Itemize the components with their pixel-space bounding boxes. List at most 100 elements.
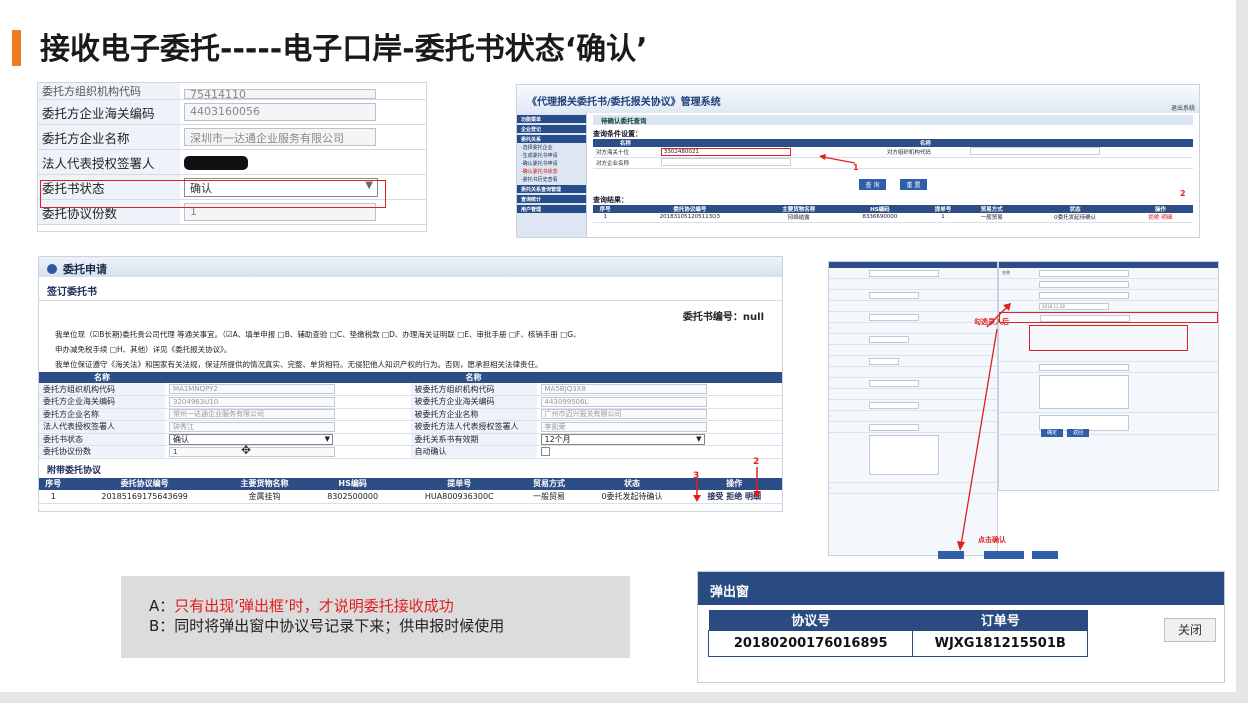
validity-select[interactable]: 12个月 ▼ [540,433,705,445]
r4-input[interactable] [1039,292,1129,299]
return-button-small[interactable]: 返回 [1067,429,1089,437]
sidebar-item-generate[interactable]: ·生成委托书申请 [517,151,586,159]
f-label: 法人代表授权签署人 [39,420,165,434]
r-cell: 1 [924,213,962,223]
agree-line-1: 我单位现（☑B长期)委托贵公司代理 等通关事宜。（☑A、填单申报 □B、辅助查验… [55,330,581,339]
confirm-button-small[interactable]: 确定 [1041,429,1063,437]
customs-code-label: 委托方企业海关编码 [38,99,180,125]
f4-input[interactable] [869,424,919,431]
agree-line-2: 申办减免税手续 □H、其他）详见《委托报关协议》。 [55,345,232,354]
q-head-name2: 名称 [883,139,967,147]
copies-input[interactable]: 1 [169,446,335,457]
r-cell: 1 [593,213,618,223]
f4-input[interactable] [869,314,919,321]
q-customs-input[interactable]: 3302480021 [660,148,791,156]
company-name-label: 委托方企业名称 [38,124,180,150]
a-cell: 金属挂钩 [221,489,308,504]
partial-input[interactable]: 75414110 [184,89,376,100]
sidebar-item-confirm-status[interactable]: ·确认委托书状态 [517,167,586,175]
company-name-input[interactable]: 深圳市一达通企业服务有限公司 [184,128,376,146]
f-input[interactable]: 广州市迈兴报关有限公司 [540,409,707,420]
sidebar-item-users[interactable]: 用户管理 [517,205,586,213]
r4-date[interactable]: 2018.11.28 [1039,303,1109,310]
sidebar-item-query-mgmt[interactable]: 委托关系查询管理 [517,185,586,193]
r4-input[interactable] [1039,281,1129,288]
f-input[interactable]: MA1MNQPY2 [169,384,335,394]
a-cell: 8302500000 [307,489,398,504]
r-cell: 0委托发起待确认 [1022,213,1128,223]
signatory-label: 法人代表授权签署人 [38,149,180,175]
agreement-text: 我单位现（☑B长期)委托贵公司代理 等通关事宜。（☑A、填单申报 □B、辅助查验… [39,323,782,372]
r-head: 操作 [1127,205,1193,213]
r4-input[interactable] [1039,364,1129,371]
f4-input[interactable] [869,292,919,299]
page-title: 接收电子委托-----电子口岸-委托书状态‘确认’ [40,32,648,67]
entrust-number: 委托书编号：null [682,312,764,323]
sidebar-item-register[interactable]: 企业登记 [517,125,586,133]
f-input[interactable]: 3204963U10 [169,396,335,407]
q-company-label: 对方企业名称 [593,157,658,169]
a-cell: 20185169175643699 [67,489,222,504]
f4-input[interactable] [869,380,919,387]
query-table: 名称 名称 对方海关十位 3302480021 对方组织机构代码 对方企业名称 [593,139,1193,169]
r4-textarea[interactable] [1039,375,1129,409]
r4-label: 名称 [1002,270,1010,275]
sidebar-item-menu[interactable]: 功能菜单 [517,115,586,123]
f4-input[interactable] [869,358,899,365]
q-company-input[interactable] [660,158,791,166]
copies-label: 委托协议份数 [39,445,165,459]
f4-input[interactable] [869,402,919,409]
f-label: 被委托方企业海关编码 [410,395,537,409]
arrow-icon [819,154,856,164]
r-head: 主要货物名称 [762,205,835,213]
query-button[interactable]: 查 询 [858,179,887,190]
f4-input[interactable] [869,270,939,277]
f-input[interactable]: 李凯荣 [540,421,707,432]
auto-confirm-checkbox[interactable] [540,447,550,457]
detail-link[interactable]: 拒绝 明细 [1127,213,1193,223]
slide: 接收电子委托-----电子口岸-委托书状态‘确认’ 委托方组织机构代码 7541… [0,0,1236,692]
sidebar-item-stats[interactable]: 查询统计 [517,195,586,203]
f-input[interactable]: 常州一达通企业服务有限公司 [169,409,335,420]
r-head: 贸易方式 [961,205,1023,213]
sidebar-item-history[interactable]: ·委托书历史查看 [517,175,586,183]
bottom-btn-3[interactable] [1032,551,1058,559]
sidebar-item-select[interactable]: ·选择委托企业 [517,143,586,151]
customs-code-input[interactable]: 4403160056 [184,103,376,121]
close-button[interactable]: 关闭 [1164,618,1216,642]
f-input[interactable]: 钟秀江 [169,421,335,432]
r4-input[interactable] [1040,315,1130,322]
table-row: 1 20185169175643699 金属挂钩 8302500000 HUA8… [39,489,782,504]
reset-button[interactable]: 重 置 [899,179,928,190]
f-head: 名称 [410,372,537,383]
r-head: 提单号 [924,205,962,213]
f4-textarea[interactable] [869,435,939,475]
circle-icon [47,264,57,274]
r-cell: 8336690000 [834,213,925,223]
a-head: 状态 [577,477,687,490]
query-main: 待确认委托查询 查询条件设置： 名称 名称 对方海关十位 3302480021 … [593,115,1193,237]
r4-input[interactable] [1039,270,1129,277]
arrow-icon [986,303,1011,328]
a-cell: 0委托发起待确认 [577,489,687,504]
f4-input[interactable] [869,336,909,343]
a-head: 主要货物名称 [221,477,308,490]
a-head: 提单号 [398,477,521,490]
f-input[interactable]: 443099506L [540,396,707,407]
partial-label: 委托方组织机构代码 [38,83,180,100]
sidebar-item-confirm[interactable]: ·确认委托书申请 [517,159,586,167]
arrow-icon [693,479,701,502]
annot-2: 2 [1180,189,1186,198]
sidebar-item-relation[interactable]: 委托关系 [517,135,586,143]
note-line-a-highlight: 只有出现‘弹出框’时，才说明委托接收成功 [174,597,454,615]
query-section-title: 查询条件设置： [593,130,642,138]
logout-link[interactable]: 退出系统 [1171,103,1195,112]
f-input[interactable]: MA5BJQ3X8 [540,384,707,394]
a-cell: 1 [39,489,68,504]
f-label: 委托方企业海关编码 [39,395,165,409]
agree-line-3: 我单位保证遵守《海关法》和国家有关法规，保证所提供的情况真实、完整、单货相符。无… [55,360,543,369]
q-org-input[interactable] [969,147,1100,155]
validity-label: 委托关系书有效期 [410,433,537,446]
f-label: 被委托方企业名称 [410,408,537,421]
q-head-blank2 [966,139,1193,147]
